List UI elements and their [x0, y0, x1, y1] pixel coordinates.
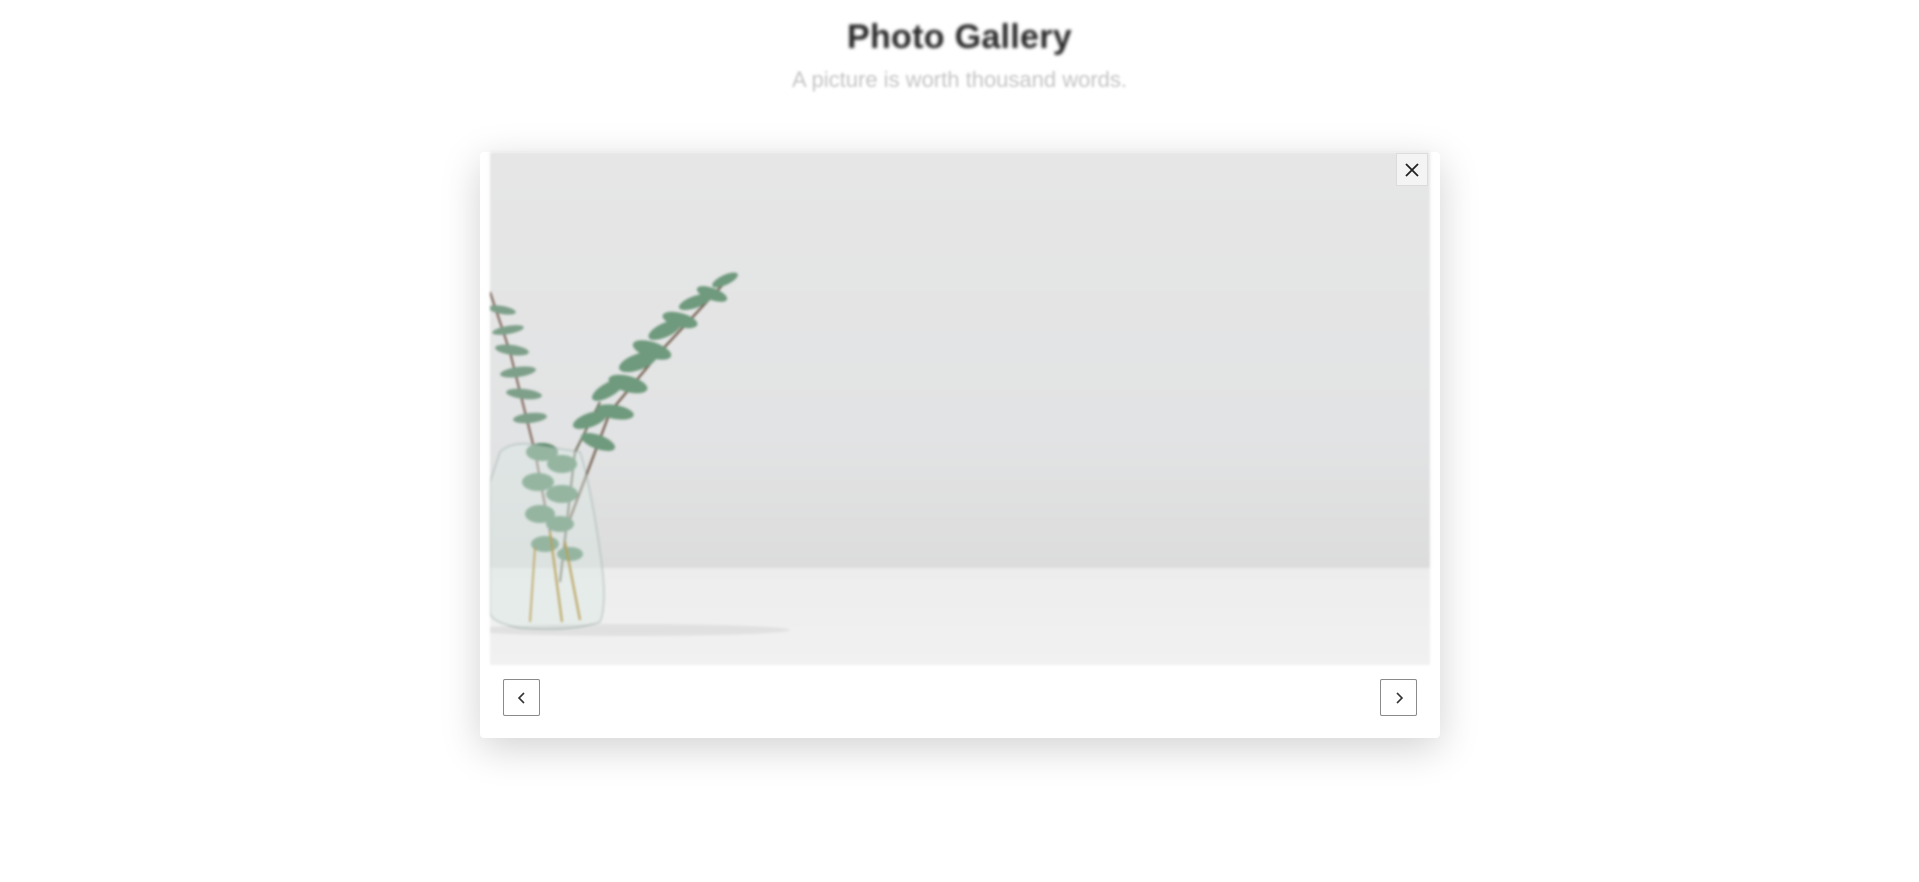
next-photo-button[interactable]	[1380, 679, 1417, 716]
chevron-right-icon	[1395, 691, 1403, 704]
eucalyptus-vase-illustration	[490, 272, 790, 636]
page-subtitle: A picture is worth thousand words.	[791, 67, 1128, 92]
chevron-left-icon	[517, 691, 525, 704]
close-icon	[1405, 162, 1419, 177]
gallery-photo	[490, 152, 1430, 665]
lightbox-modal	[480, 152, 1440, 738]
close-button[interactable]	[1396, 153, 1428, 186]
previous-photo-button[interactable]	[503, 679, 540, 716]
page-title: Photo Gallery	[847, 18, 1072, 56]
